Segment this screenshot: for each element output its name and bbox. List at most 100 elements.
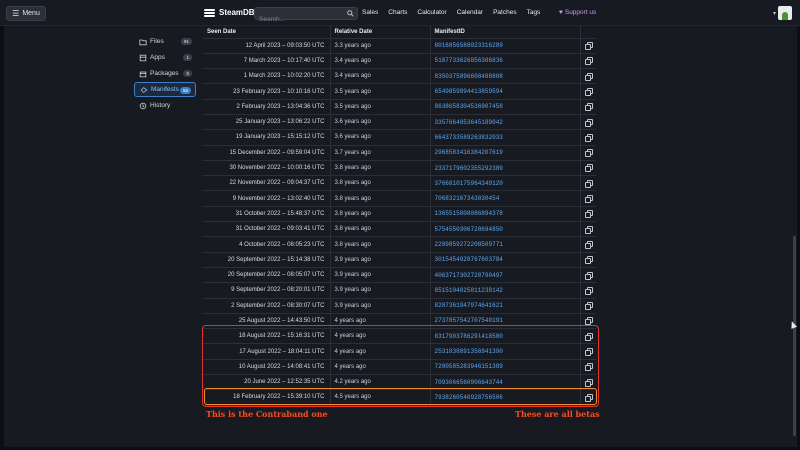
manifest-id-link[interactable]: 5754550306728694850 [430, 221, 581, 238]
copy-icon[interactable] [584, 57, 593, 66]
manifest-id-link[interactable]: 8350375896608488808 [430, 68, 581, 85]
table-row: 31 October 2022 – 15:48:37 UTC 3.8 years … [203, 206, 596, 223]
copy-icon[interactable] [584, 256, 593, 265]
manifest-id-link[interactable]: 8287361947974641621 [430, 298, 581, 314]
copy-cell [580, 83, 596, 100]
manifest-id-link[interactable]: 6549859894413859594 [430, 83, 581, 100]
manifest-id-link[interactable]: 3015454928767603784 [430, 252, 581, 268]
sidebar-item-history[interactable]: History [134, 98, 196, 113]
nav-link-sales[interactable]: Sales [362, 9, 378, 16]
nav-link-calendar[interactable]: Calendar [457, 9, 483, 16]
seen-date-cell: 30 November 2022 – 10:00:16 UTC [203, 160, 331, 177]
relative-date-cell: 3.4 years ago [330, 53, 431, 70]
manifest-id-link[interactable]: 2968583416384207619 [430, 145, 581, 161]
copy-cell [580, 267, 596, 284]
copy-cell [580, 53, 596, 70]
copy-icon[interactable] [584, 88, 593, 96]
copy-icon[interactable] [584, 195, 593, 204]
manifest-id-link[interactable]: 8515104025811238142 [430, 282, 581, 299]
scrollbar-thumb[interactable] [793, 236, 796, 436]
copy-cell [580, 129, 596, 146]
copy-icon[interactable] [584, 118, 593, 127]
search-icon[interactable] [347, 10, 354, 17]
copy-cell [580, 252, 596, 268]
sidebar-item-packages[interactable]: Packages 5 [134, 66, 196, 81]
table-row: 15 December 2022 – 09:59:04 UTC 3.7 years… [203, 145, 596, 161]
copy-icon[interactable] [584, 286, 593, 295]
sidebar-item-manifests[interactable]: Manifests 56 [134, 82, 196, 97]
relative-date-cell: 3.9 years ago [330, 298, 431, 314]
manifest-id-link[interactable]: 8016856588023316289 [430, 38, 581, 54]
seen-date-cell: 4 October 2022 – 08:05:23 UTC [203, 236, 331, 253]
manifest-id-link[interactable]: 2289859272208509771 [430, 236, 581, 253]
heart-icon: ♥ [559, 9, 563, 16]
manifest-id-link[interactable]: 1365515808086894378 [430, 206, 581, 223]
copy-icon[interactable] [584, 302, 593, 311]
relative-date-cell: 3.9 years ago [330, 282, 431, 299]
manifest-id-link[interactable]: 5187733626856386836 [430, 53, 581, 70]
manifest-id-link[interactable]: 706832167343030454 [430, 190, 581, 207]
seen-date-cell: 2 September 2022 – 08:30:07 UTC [203, 298, 331, 314]
betas-note: These are all betas [515, 409, 600, 419]
copy-icon[interactable] [584, 179, 593, 188]
copy-cell [580, 114, 596, 131]
copy-icon[interactable] [584, 210, 593, 219]
table-row: 25 January 2023 – 13:06:22 UTC 3.6 years … [203, 114, 596, 131]
support-link[interactable]: ♥ Support us [559, 9, 596, 16]
steamdb-logo-icon [204, 7, 215, 18]
copy-icon[interactable] [584, 103, 593, 112]
relative-date-cell: 3.8 years ago [330, 160, 431, 177]
sidebar-item-apps[interactable]: Apps 1 [134, 50, 196, 65]
nav-link-tags[interactable]: Tags [527, 9, 541, 16]
copy-icon[interactable] [584, 317, 593, 326]
relative-date-cell: 3.8 years ago [330, 221, 431, 238]
copy-icon[interactable] [584, 225, 593, 234]
copy-icon[interactable] [584, 42, 593, 51]
manifest-id-link[interactable]: 6643733589263832033 [430, 129, 581, 146]
manifest-id-link[interactable]: 4063717302720790497 [430, 267, 581, 284]
manifest-id-link[interactable]: 8638658304536907458 [430, 99, 581, 115]
sidebar-item-label: History [150, 102, 171, 109]
chevron-down-icon[interactable]: ▾ [773, 10, 776, 17]
manifest-id-link[interactable]: 3357664853645189042 [430, 114, 581, 131]
sidebar-item-label: Apps [150, 54, 165, 61]
copy-icon[interactable] [584, 149, 593, 158]
nav-link-calculator[interactable]: Calculator [417, 9, 446, 16]
relative-date-cell: 3.8 years ago [330, 190, 431, 207]
seen-date-cell: 9 September 2022 – 08:20:01 UTC [203, 282, 331, 299]
seen-date-cell: 12 April 2023 – 09:03:50 UTC [203, 38, 331, 54]
seen-date-cell: 7 March 2023 – 10:17:40 UTC [203, 53, 331, 70]
relative-date-cell: 3.6 years ago [330, 114, 431, 131]
count-badge: 1 [183, 54, 192, 61]
avatar[interactable] [778, 6, 793, 20]
column-header-seen-date[interactable]: Seen Date [203, 26, 331, 39]
sidebar-item-label: Packages [150, 70, 179, 77]
count-badge: 56 [179, 87, 191, 94]
copy-icon[interactable] [584, 164, 593, 173]
column-header-relative-date[interactable]: Relative Date [330, 26, 431, 39]
manifest-id-link[interactable]: 3766810175964349120 [430, 175, 581, 192]
search-box[interactable] [254, 7, 358, 25]
copy-icon[interactable] [584, 72, 593, 81]
nav-link-patches[interactable]: Patches [493, 9, 517, 16]
seen-date-cell: 9 November 2022 – 13:02:40 UTC [203, 190, 331, 207]
table-row: 7 March 2023 – 10:17:40 UTC 3.4 years ago… [203, 53, 596, 70]
page-scrollbar[interactable] [792, 26, 797, 447]
copy-cell [580, 160, 596, 177]
menu-button[interactable]: ☰ Menu [6, 6, 46, 21]
steamdb-logo[interactable]: SteamDB [204, 7, 255, 18]
table-row: 12 April 2023 – 09:03:50 UTC 3.3 years ag… [203, 38, 596, 54]
sidebar-item-files[interactable]: Files 91 [134, 34, 196, 49]
copy-icon[interactable] [584, 271, 593, 280]
search-input[interactable] [255, 14, 357, 25]
user-menu[interactable]: ▾ [773, 6, 793, 20]
seen-date-cell: 2 February 2023 – 13:04:36 UTC [203, 99, 331, 115]
copy-icon[interactable] [584, 240, 593, 249]
nav-link-charts[interactable]: Charts [388, 9, 407, 16]
copy-cell [580, 206, 596, 223]
manifest-id-link[interactable]: 2337179602355292389 [430, 160, 581, 177]
column-header-manifest-id[interactable]: ManifestID [430, 26, 581, 39]
seen-date-cell: 31 October 2022 – 15:48:37 UTC [203, 206, 331, 223]
relative-date-cell: 3.5 years ago [330, 83, 431, 100]
copy-icon[interactable] [584, 133, 593, 142]
